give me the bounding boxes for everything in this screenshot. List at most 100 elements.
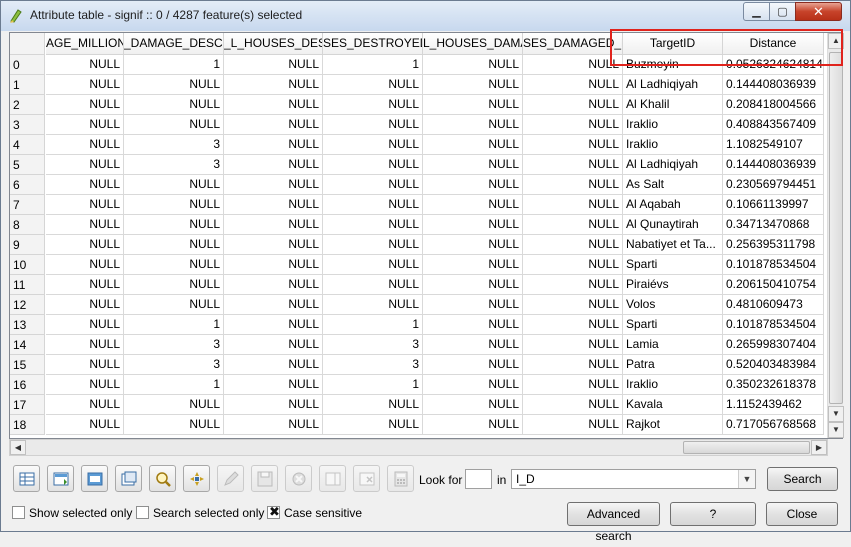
table-cell[interactable]: NULL	[523, 215, 623, 235]
table-cell[interactable]: 0.350232618378	[723, 375, 824, 395]
vertical-scrollbar[interactable]: ▲ ▼ ▼	[827, 33, 844, 438]
table-cell[interactable]: 0.101878534504	[723, 255, 824, 275]
table-cell[interactable]: NULL	[224, 375, 323, 395]
table-cell[interactable]: NULL	[46, 115, 124, 135]
table-cell[interactable]: NULL	[224, 95, 323, 115]
close-window-button[interactable]: ✕	[795, 2, 842, 21]
table-cell[interactable]: NULL	[423, 75, 523, 95]
table-corner[interactable]	[10, 33, 45, 55]
search-selected-only-checkbox[interactable]	[136, 506, 149, 519]
table-cell[interactable]: NULL	[323, 415, 423, 435]
row-header[interactable]: 5	[10, 155, 45, 175]
table-cell[interactable]: NULL	[224, 115, 323, 135]
attribute-table[interactable]: AGE_MILLIONS__DAMAGE_DESCR_L_HOUSES_DEST…	[9, 32, 844, 439]
table-cell[interactable]: Sparti	[623, 255, 723, 275]
title-bar[interactable]: Attribute table - signif :: 0 / 4287 fea…	[1, 1, 850, 31]
table-cell[interactable]: NULL	[46, 135, 124, 155]
table-cell[interactable]: 0.208418004566	[723, 95, 824, 115]
search-button[interactable]: Search	[767, 467, 838, 491]
toggle-editing-button[interactable]	[217, 465, 244, 492]
help-button[interactable]: ?	[670, 502, 756, 526]
table-cell[interactable]: NULL	[423, 95, 523, 115]
table-cell[interactable]: NULL	[224, 335, 323, 355]
scroll-right-button[interactable]: ▶	[811, 440, 827, 455]
table-cell[interactable]: NULL	[224, 175, 323, 195]
table-cell[interactable]: NULL	[124, 255, 224, 275]
table-cell[interactable]: As Salt	[623, 175, 723, 195]
table-cell[interactable]: NULL	[224, 55, 323, 75]
column-header[interactable]: _DAMAGE_DESCR	[124, 33, 224, 55]
table-cell[interactable]: NULL	[323, 95, 423, 115]
table-cell[interactable]: NULL	[46, 195, 124, 215]
table-cell[interactable]: NULL	[124, 215, 224, 235]
table-cell[interactable]: NULL	[523, 115, 623, 135]
invert-selection-button[interactable]	[81, 465, 108, 492]
column-header[interactable]: TargetID	[623, 33, 723, 55]
table-cell[interactable]: Iraklio	[623, 375, 723, 395]
row-header[interactable]: 8	[10, 215, 45, 235]
row-header[interactable]: 13	[10, 315, 45, 335]
table-cell[interactable]: 1	[124, 55, 224, 75]
table-cell[interactable]: NULL	[46, 275, 124, 295]
table-cell[interactable]: Piraiévs	[623, 275, 723, 295]
row-header[interactable]: 4	[10, 135, 45, 155]
table-cell[interactable]: NULL	[323, 215, 423, 235]
column-header[interactable]: _L_HOUSES_DESTR	[224, 33, 323, 55]
table-cell[interactable]: NULL	[423, 135, 523, 155]
table-cell[interactable]: NULL	[323, 395, 423, 415]
copy-selected-rows-button[interactable]	[115, 465, 142, 492]
row-header[interactable]: 11	[10, 275, 45, 295]
table-cell[interactable]: NULL	[423, 195, 523, 215]
look-for-input[interactable]	[465, 469, 492, 489]
row-header[interactable]: 18	[10, 415, 45, 435]
column-header[interactable]: SES_DAMAGED_D	[523, 33, 623, 55]
table-cell[interactable]: 3	[124, 335, 224, 355]
table-cell[interactable]: NULL	[423, 275, 523, 295]
scroll-down-button[interactable]: ▼	[828, 406, 844, 422]
table-cell[interactable]: NULL	[423, 295, 523, 315]
table-cell[interactable]: 0.230569794451	[723, 175, 824, 195]
row-header[interactable]: 12	[10, 295, 45, 315]
table-cell[interactable]: NULL	[423, 355, 523, 375]
horizontal-scroll-thumb[interactable]	[683, 441, 810, 454]
zoom-to-selection-button[interactable]	[149, 465, 176, 492]
table-cell[interactable]: Iraklio	[623, 135, 723, 155]
unselect-all-button[interactable]	[13, 465, 40, 492]
table-cell[interactable]: NULL	[224, 255, 323, 275]
table-cell[interactable]: NULL	[423, 255, 523, 275]
table-cell[interactable]: Lamia	[623, 335, 723, 355]
table-cell[interactable]: 0.256395311798	[723, 235, 824, 255]
table-cell[interactable]: NULL	[46, 255, 124, 275]
table-cell[interactable]: NULL	[224, 295, 323, 315]
table-cell[interactable]: NULL	[46, 235, 124, 255]
table-cell[interactable]: NULL	[46, 95, 124, 115]
table-cell[interactable]: 0.0526324624814	[723, 55, 824, 75]
table-cell[interactable]: NULL	[423, 315, 523, 335]
column-header[interactable]: L_HOUSES_DAMA	[423, 33, 523, 55]
scroll-up-button[interactable]: ▲	[828, 33, 844, 49]
table-cell[interactable]: NULL	[423, 335, 523, 355]
table-cell[interactable]: NULL	[46, 175, 124, 195]
table-cell[interactable]: 0.265998307404	[723, 335, 824, 355]
table-cell[interactable]: NULL	[124, 75, 224, 95]
row-header[interactable]: 10	[10, 255, 45, 275]
table-cell[interactable]: 0.144408036939	[723, 155, 824, 175]
table-cell[interactable]: NULL	[224, 275, 323, 295]
table-cell[interactable]: NULL	[224, 155, 323, 175]
table-cell[interactable]: NULL	[124, 175, 224, 195]
table-cell[interactable]: Volos	[623, 295, 723, 315]
table-cell[interactable]: NULL	[46, 315, 124, 335]
table-cell[interactable]: NULL	[124, 395, 224, 415]
table-cell[interactable]: 0.520403483984	[723, 355, 824, 375]
minimize-button[interactable]: ▁	[743, 2, 770, 21]
table-cell[interactable]: NULL	[523, 95, 623, 115]
field-select[interactable]: I_D ▼	[511, 469, 756, 489]
table-cell[interactable]: Al Khalil	[623, 95, 723, 115]
table-cell[interactable]: NULL	[46, 335, 124, 355]
pan-to-selection-button[interactable]	[183, 465, 210, 492]
table-cell[interactable]: NULL	[523, 415, 623, 435]
table-cell[interactable]: NULL	[523, 255, 623, 275]
table-cell[interactable]: NULL	[423, 115, 523, 135]
table-cell[interactable]: NULL	[523, 315, 623, 335]
new-column-button[interactable]	[319, 465, 346, 492]
